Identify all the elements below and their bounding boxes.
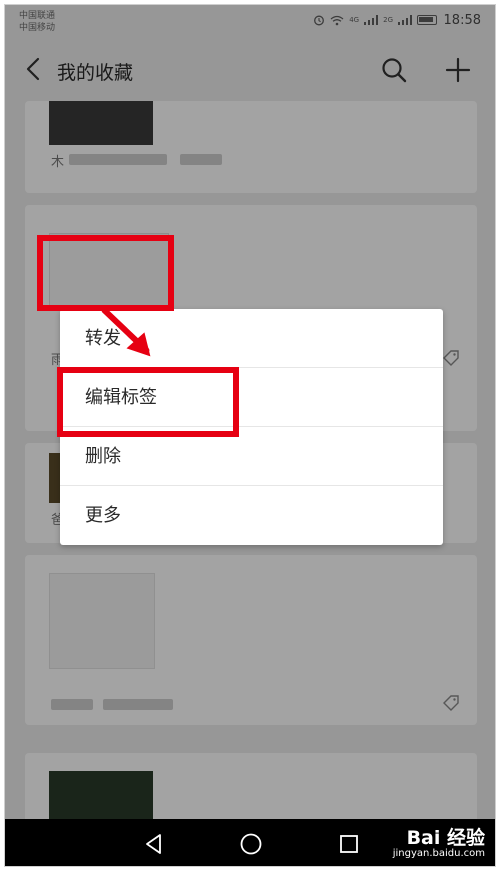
watermark-url: jingyan.baidu.com: [392, 848, 485, 859]
phone-screen: 中国联通 中国移动 4G 2G 18:58 我的收藏 木 雨 爸 转发 编辑标签…: [4, 4, 496, 867]
circle-home-icon[interactable]: [238, 831, 264, 857]
square-recents-icon[interactable]: [336, 831, 362, 857]
baidu-jingyan-watermark: Bai 经验 jingyan.baidu.com: [393, 823, 485, 859]
annotation-highlight-box: [37, 235, 174, 311]
annotation-highlight-box: [57, 367, 239, 437]
menu-item-forward[interactable]: 转发: [60, 309, 443, 368]
triangle-back-icon[interactable]: [141, 831, 167, 857]
watermark-brand: Bai 经验: [406, 827, 485, 849]
menu-item-more[interactable]: 更多: [60, 486, 443, 545]
